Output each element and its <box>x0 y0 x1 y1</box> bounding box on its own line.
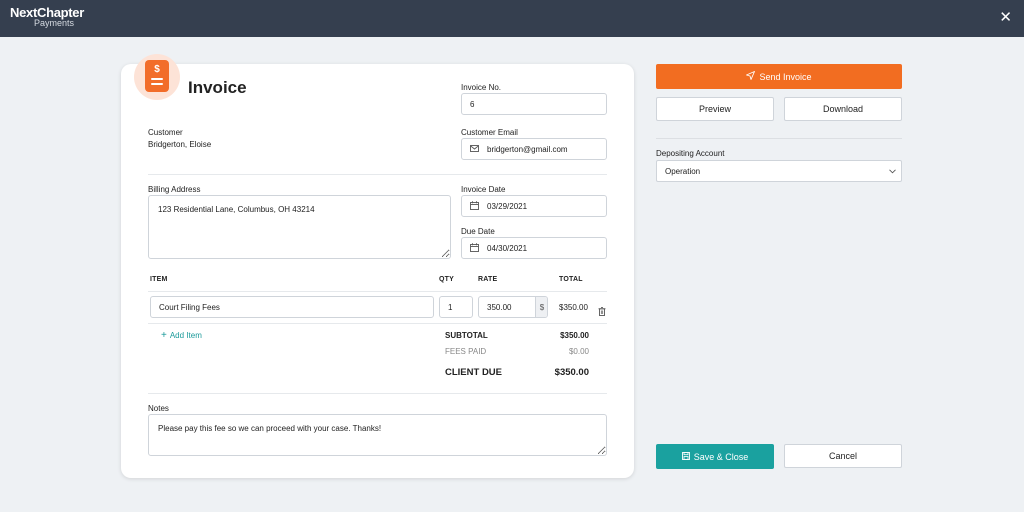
depositing-account-select[interactable]: Operation <box>656 160 902 182</box>
subtotal-value: $350.00 <box>560 331 589 340</box>
save-icon <box>681 451 690 462</box>
close-icon[interactable]: ✕ <box>999 10 1012 25</box>
invoice-date-field[interactable]: 03/29/2021 <box>461 195 607 217</box>
item-rate-input[interactable]: 350.00 $ <box>478 296 548 318</box>
table-header-divider <box>148 291 607 292</box>
actions-divider <box>656 138 902 139</box>
mail-icon <box>470 144 479 154</box>
cancel-label: Cancel <box>828 451 857 461</box>
chevron-down-icon <box>889 166 896 176</box>
send-invoice-label: Send Invoice <box>759 71 812 82</box>
cancel-button[interactable]: Cancel <box>784 444 902 468</box>
invoice-date-value: 03/29/2021 <box>487 201 528 211</box>
invoice-card: $ Invoice Invoice No. 6 Customer Bridger… <box>121 54 634 478</box>
calendar-icon <box>470 242 479 254</box>
invoice-no-value: 6 <box>470 99 475 109</box>
invoice-no-label: Invoice No. <box>461 83 502 92</box>
due-date-label: Due Date <box>461 227 495 236</box>
customer-label: Customer <box>148 128 183 137</box>
customer-email-label: Customer Email <box>461 128 518 137</box>
item-qty-value: 1 <box>448 302 453 312</box>
column-header-item: ITEM <box>150 276 168 283</box>
download-label: Download <box>822 104 864 114</box>
invoice-badge: $ <box>134 54 180 100</box>
customer-email-field[interactable]: bridgerton@gmail.com <box>461 138 607 160</box>
top-bar: NextChapter Payments ✕ <box>0 0 1024 37</box>
send-invoice-button[interactable]: Send Invoice <box>656 64 902 89</box>
column-header-total: TOTAL <box>559 276 583 283</box>
item-qty-input[interactable]: 1 <box>439 296 473 318</box>
save-close-label: Save & Close <box>693 451 749 462</box>
invoice-date-label: Invoice Date <box>461 185 506 194</box>
item-name-input[interactable]: Court Filing Fees <box>150 296 434 318</box>
plus-icon: + <box>161 330 167 341</box>
column-header-qty: QTY <box>439 276 454 283</box>
notes-divider <box>148 393 607 394</box>
trash-icon[interactable] <box>598 303 606 316</box>
client-due-label: CLIENT DUE <box>445 367 502 378</box>
depositing-account-value: Operation <box>665 166 701 176</box>
notes-label: Notes <box>148 404 169 413</box>
add-item-label: Add Item <box>169 331 202 340</box>
subtotal-label: SUBTOTAL <box>445 331 488 340</box>
calendar-icon <box>470 200 479 212</box>
billing-address-field[interactable]: 123 Residential Lane, Columbus, OH 43214 <box>148 195 451 259</box>
page-title: Invoice <box>188 78 247 97</box>
customer-value: Bridgerton, Eloise <box>148 140 212 149</box>
item-total-value: $350.00 <box>559 303 588 312</box>
depositing-account-label: Depositing Account <box>656 149 725 158</box>
client-due-value: $350.00 <box>554 367 589 378</box>
add-item-link[interactable]: + Add Item <box>161 330 202 341</box>
item-name-value: Court Filing Fees <box>159 302 220 312</box>
section-divider <box>148 174 607 175</box>
fees-paid-label: FEES PAID <box>445 347 487 356</box>
billing-address-label: Billing Address <box>148 185 201 194</box>
save-close-button[interactable]: Save & Close <box>656 444 774 469</box>
logo-sub-text: Payments <box>34 18 75 28</box>
notes-field[interactable]: Please pay this fee so we can proceed wi… <box>148 414 607 456</box>
download-button[interactable]: Download <box>784 97 902 121</box>
table-row-divider <box>148 323 607 324</box>
column-header-rate: RATE <box>478 276 498 283</box>
send-icon <box>746 71 756 82</box>
fees-paid-value: $0.00 <box>568 347 589 356</box>
due-date-value: 04/30/2021 <box>487 243 528 253</box>
preview-label: Preview <box>698 104 731 114</box>
app-logo: NextChapter Payments <box>10 6 84 28</box>
item-rate-value: 350.00 <box>487 302 512 312</box>
customer-email-value: bridgerton@gmail.com <box>487 144 568 154</box>
invoice-no-field[interactable]: 6 <box>461 93 607 115</box>
preview-button[interactable]: Preview <box>656 97 774 121</box>
due-date-field[interactable]: 04/30/2021 <box>461 237 607 259</box>
receipt-icon: $ <box>145 60 169 92</box>
currency-addon: $ <box>535 297 547 317</box>
